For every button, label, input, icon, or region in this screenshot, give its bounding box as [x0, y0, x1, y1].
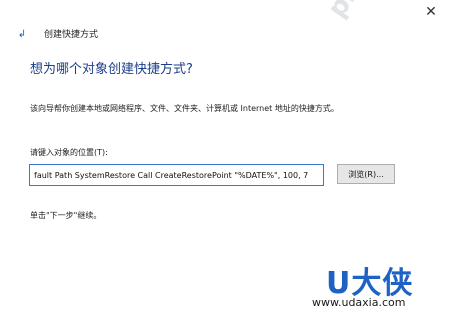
window-title: 创建快捷方式	[44, 30, 99, 40]
close-button[interactable]: ✕	[416, 0, 446, 24]
udaxia-url: www.udaxia.com	[312, 296, 406, 309]
next-hint: 单击"下一步"继续。	[30, 211, 102, 220]
wizard-heading: 想为哪个对象创建快捷方式?	[30, 62, 193, 77]
location-label: 请键入对象的位置(T):	[30, 148, 108, 157]
title-bar: ↲ 创建快捷方式 ✕	[0, 0, 450, 46]
wizard-description: 该向导帮你创建本地或网络程序、文件、文件夹、计算机或 Internet 地址的快…	[30, 104, 339, 113]
browse-button[interactable]: 浏览(R)...	[337, 164, 395, 184]
shortcut-wizard-icon: ↲	[17, 28, 27, 40]
location-input[interactable]	[29, 164, 324, 186]
